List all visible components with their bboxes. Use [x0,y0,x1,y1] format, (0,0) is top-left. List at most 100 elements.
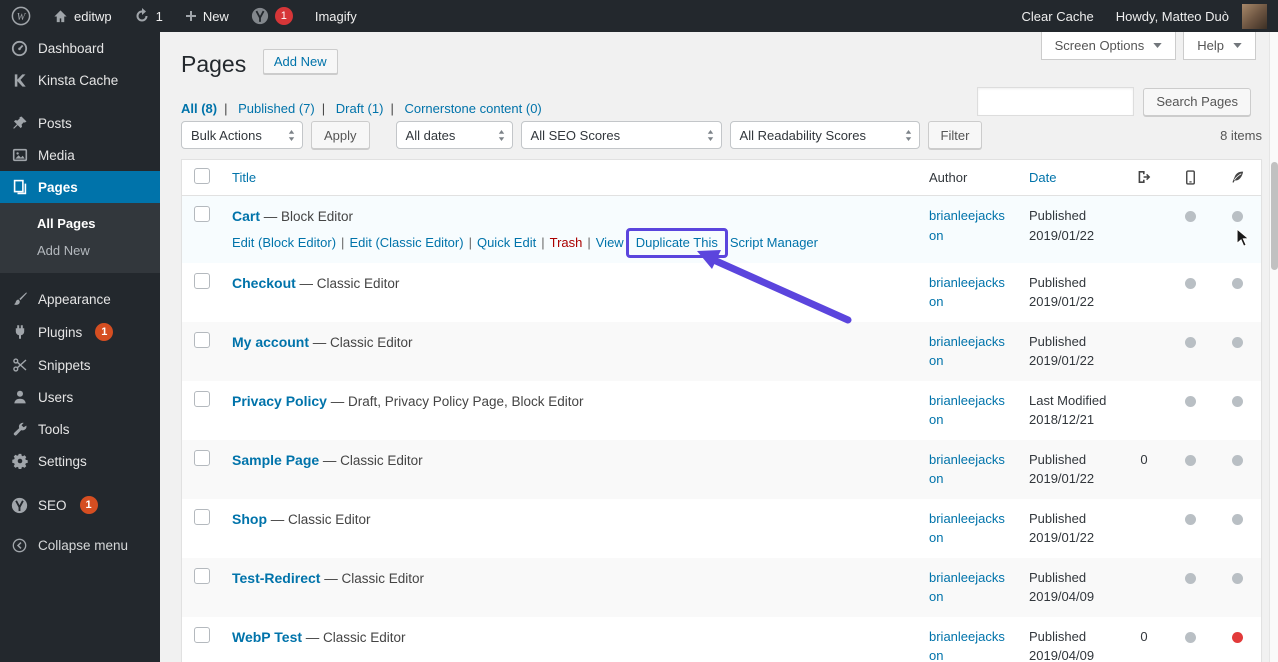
dashboard-icon [10,40,29,57]
filter-draft-link[interactable]: Draft (1) [336,101,384,116]
author-link[interactable]: brianleejackson [929,511,1005,546]
updates-menu[interactable]: 1 [123,0,174,32]
sort-by-date-link[interactable]: Date [1029,170,1056,185]
plus-icon [185,10,197,22]
page-title-suffix: — Block Editor [260,209,354,224]
sidebar-item-dashboard[interactable]: Dashboard [0,32,160,65]
imagify-menu[interactable]: Imagify [304,0,368,32]
page-date: 2019/04/09 [1029,589,1095,605]
table-row: WebP Test — Classic Editor brianleejacks… [182,617,1261,662]
wordpress-menu[interactable]: W [0,0,42,32]
sidebar-item-label: Dashboard [38,41,105,56]
sidebar-subitem-add-new[interactable]: Add New [0,237,160,264]
bulk-actions-select[interactable]: Bulk Actions [181,121,303,149]
sidebar-item-media[interactable]: Media [0,139,160,171]
page-title-link[interactable]: Cart [232,208,260,224]
row-checkbox[interactable] [194,206,210,222]
row-checkbox[interactable] [194,272,210,289]
sidebar-item-label: Users [38,389,74,405]
sidebar-item-kinsta-cache[interactable]: Kinsta Cache [0,65,160,96]
sidebar-item-seo[interactable]: SEO 1 [0,488,160,522]
page-title-link[interactable]: Shop [232,511,267,527]
page-title-link[interactable]: WebP Test [232,629,302,645]
author-link[interactable]: brianleejackson [929,208,1005,243]
page-title-link[interactable]: Test-Redirect [232,570,320,586]
row-checkbox[interactable] [194,567,210,584]
filter-separator: | [224,101,228,116]
scrollbar-thumb[interactable] [1271,162,1278,270]
row-actions: Edit (Block Editor) | Edit (Classic Editor… [232,228,909,258]
help-button[interactable]: Help [1183,32,1256,60]
author-link[interactable]: brianleejackson [929,629,1005,662]
filter-cornerstone-link[interactable]: Cornerstone content (0) [404,101,541,116]
action-trash[interactable]: Trash [550,235,583,250]
action-duplicate-this[interactable]: Duplicate This [636,235,718,250]
update-icon [134,8,150,24]
filter-separator: | [321,101,326,116]
screen-options-button[interactable]: Screen Options [1040,32,1177,60]
sidebar-item-users[interactable]: Users [0,381,160,413]
page-title-link[interactable]: Sample Page [232,452,319,468]
row-checkbox[interactable] [194,449,210,466]
sidebar-item-posts[interactable]: Posts [0,107,160,139]
page-title-link[interactable]: Privacy Policy [232,393,327,409]
add-new-button[interactable]: Add New [262,49,338,74]
sidebar-item-plugins[interactable]: Plugins 1 [0,315,160,349]
seo-score-dot [1231,631,1243,643]
wordpress-logo-icon: W [11,6,31,26]
filter-published-link[interactable]: Published (7) [238,101,315,116]
site-name-menu[interactable]: editwp [42,0,123,32]
sidebar-item-tools[interactable]: Tools [0,413,160,445]
redirect-count: 0 [1140,451,1148,467]
author-link[interactable]: brianleejackson [929,452,1005,487]
dates-filter-select[interactable]: All dates [395,121,513,149]
row-checkbox[interactable] [194,331,210,348]
page-title-suffix: — Classic Editor [309,334,413,350]
action-edit-classic-editor[interactable]: Edit (Classic Editor) [349,235,463,250]
row-checkbox[interactable] [194,508,210,525]
author-link[interactable]: brianleejackson [929,275,1005,310]
appearance-icon [10,291,29,307]
account-menu[interactable]: Howdy, Matteo Duò [1105,0,1278,32]
page-title-link[interactable]: My account [232,334,309,350]
table-row: My account — Classic Editor brianleejack… [182,321,1261,381]
sidebar-item-pages[interactable]: Pages [0,171,160,203]
apply-button[interactable]: Apply [311,121,370,149]
sidebar-item-settings[interactable]: Settings [0,445,160,477]
sidebar-subitem-all-pages[interactable]: All Pages [0,210,160,237]
scrollbar[interactable] [1269,32,1278,662]
sort-by-title-link[interactable]: Title [232,170,256,185]
sidebar-item-appearance[interactable]: Appearance [0,283,160,315]
action-edit-block-editor[interactable]: Edit (Block Editor) [232,235,336,250]
author-link[interactable]: brianleejackson [929,570,1005,605]
row-checkbox[interactable] [194,390,210,407]
filter-separator: | [390,101,394,116]
author-link[interactable]: brianleejackson [929,334,1005,369]
search-pages-button[interactable]: Search Pages [1143,87,1251,116]
row-checkbox[interactable] [194,626,210,643]
clear-cache-button[interactable]: Clear Cache [1011,0,1105,32]
action-quick-edit[interactable]: Quick Edit [477,235,536,250]
author-link[interactable]: brianleejackson [929,393,1005,428]
action-script-manager[interactable]: Script Manager [730,235,818,250]
filter-all-link[interactable]: All (8) [181,101,217,116]
svg-text:W: W [17,12,27,23]
readability-scores-filter-select[interactable]: All Readability Scores [729,121,920,149]
search-input[interactable] [977,87,1135,116]
sidebar-collapse-menu[interactable]: Collapse menu [0,530,160,561]
page-status: Published [1029,451,1087,467]
page-title-link[interactable]: Checkout [232,275,296,291]
action-view[interactable]: View [596,235,624,250]
yoast-menu[interactable]: 1 [240,0,304,32]
posts-icon [10,115,29,131]
select-all-checkbox[interactable] [194,168,210,184]
sidebar-item-snippets[interactable]: Snippets [0,349,160,381]
action-separator: | [541,235,545,251]
seo-score-dot [1231,572,1243,584]
sidebar-item-label: Settings [38,453,87,469]
redirect-count [1121,196,1167,263]
caret-down-icon [1233,43,1242,48]
filter-button[interactable]: Filter [927,121,983,149]
new-content-menu[interactable]: New [174,0,240,32]
seo-scores-filter-select[interactable]: All SEO Scores [520,121,722,149]
